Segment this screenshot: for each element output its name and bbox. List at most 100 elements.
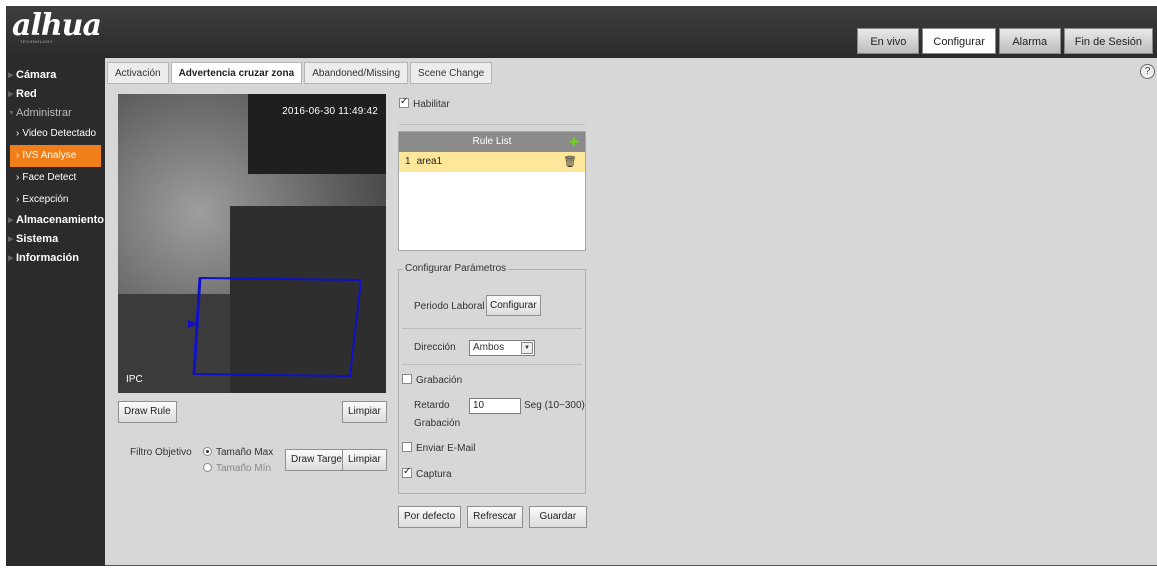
video-preview[interactable]: 2016-06-30 11:49:42 IPC (118, 94, 386, 393)
tab-activacion[interactable]: Activación (107, 62, 169, 84)
triangle-right-icon: ▶ (8, 255, 14, 262)
retardo-label-line2: Grabación (414, 418, 461, 429)
params-legend: Configurar Parámetros (403, 263, 509, 274)
clear-target-button[interactable]: Limpiar (342, 449, 387, 471)
triangle-right-icon: ▶ (8, 236, 14, 243)
retardo-label: Retardo (414, 400, 450, 411)
sidebar-item-informacion[interactable]: ▶ Información (6, 249, 105, 268)
habilitar-checkbox[interactable]: Habilitar (399, 96, 450, 110)
sidebar-item-label: Red (16, 88, 37, 100)
checkbox-checked-icon[interactable] (399, 96, 409, 108)
tab-advertencia-cruzar-zona[interactable]: Advertencia cruzar zona (170, 62, 303, 84)
sidebar-item-label: Administrar (16, 107, 72, 119)
sidebar-sub-label: IVS Analyse (22, 150, 77, 161)
refresh-button[interactable]: Refrescar (467, 506, 523, 528)
draw-target-button[interactable]: Draw Target (285, 449, 351, 471)
checkbox-checked-icon[interactable] (402, 466, 412, 478)
tab-fin-de-sesion[interactable]: Fin de Sesión (1063, 28, 1153, 54)
tab-abandoned-missing[interactable]: Abandoned/Missing (304, 62, 409, 84)
divider (402, 328, 582, 329)
sidebar-sub-excepcion[interactable]: › Excepción (6, 189, 105, 211)
grabacion-label: Grabación (416, 375, 463, 386)
radio-tamano-max[interactable]: Tamaño Max (203, 447, 273, 458)
dahua-logo: alhua (12, 8, 102, 43)
configurar-periodo-button[interactable]: Configurar (486, 295, 541, 316)
radio-tamano-min[interactable]: Tamaño Mín (203, 463, 271, 474)
direccion-value: Ambos (473, 342, 505, 353)
top-nav: En vivo Configurar Alarma Fin de Sesión (857, 28, 1153, 54)
habilitar-label: Habilitar (413, 99, 450, 110)
action-buttons: Por defecto Refrescar Guardar (398, 506, 588, 528)
top-header: alhua TECHNOLOGY En vivo Configurar Alar… (6, 6, 1157, 58)
sidebar-item-label: Sistema (16, 233, 59, 245)
add-rule-icon[interactable]: ✚ (569, 132, 579, 152)
save-button[interactable]: Guardar (528, 506, 588, 528)
direccion-label: Dirección (414, 342, 456, 353)
main-content: Activación Advertencia cruzar zona Aband… (105, 58, 1157, 566)
sidebar-sub-video-detectado[interactable]: › Video Detectado (6, 123, 105, 145)
clear-rule-button[interactable]: Limpiar (342, 401, 387, 423)
tab-configurar[interactable]: Configurar (922, 28, 996, 54)
tab-en-vivo[interactable]: En vivo (857, 28, 920, 54)
radio-label: Tamaño Mín (216, 463, 272, 474)
captura-checkbox[interactable]: Captura (402, 466, 452, 480)
enviar-email-checkbox[interactable]: Enviar E-Mail (402, 442, 475, 454)
chevron-right-icon: › (16, 194, 20, 205)
rule-list-title: Rule List (472, 136, 512, 147)
dropdown-arrow-icon[interactable]: ▼ (521, 342, 533, 354)
triangle-right-icon: ▶ (8, 72, 14, 79)
retardo-input[interactable]: 10 (469, 398, 521, 414)
sidebar-item-administrar[interactable]: ▼ Administrar (6, 104, 105, 123)
enviar-email-label: Enviar E-Mail (416, 443, 476, 454)
sidebar-item-camara[interactable]: ▶ Cámara (6, 66, 105, 85)
draw-rule-button[interactable]: Draw Rule (118, 401, 177, 423)
delete-rule-icon[interactable]: 🗑 (563, 152, 577, 172)
triangle-down-icon: ▼ (8, 110, 15, 117)
help-icon[interactable]: ? (1140, 64, 1155, 79)
rule-overlay (188, 276, 363, 378)
sidebar-item-red[interactable]: ▶ Red (6, 85, 105, 104)
captura-label: Captura (416, 469, 452, 480)
sidebar-sub-label: Face Detect (22, 172, 77, 183)
rule-number: 1 (405, 156, 411, 167)
rule-direction-line (192, 277, 202, 375)
checkbox-unchecked-icon[interactable] (402, 442, 412, 452)
chevron-right-icon: › (16, 172, 20, 183)
rule-list-header: Rule List ✚ (399, 132, 585, 152)
rule-area-polygon (192, 276, 363, 378)
sidebar-sub-label: Excepción (22, 194, 69, 205)
divider (399, 124, 585, 125)
grabacion-checkbox[interactable]: Grabación (402, 374, 462, 386)
direccion-select[interactable]: Ambos ▼ (469, 340, 535, 356)
divider (402, 364, 582, 365)
sidebar-sub-face-detect[interactable]: › Face Detect (6, 167, 105, 189)
rule-list: Rule List ✚ 1 area1 🗑 (398, 131, 586, 251)
rule-list-row[interactable]: 1 area1 🗑 (399, 152, 585, 172)
checkbox-unchecked-icon[interactable] (402, 374, 412, 384)
default-button[interactable]: Por defecto (398, 506, 462, 528)
tab-alarma[interactable]: Alarma (998, 28, 1061, 54)
chevron-right-icon: › (16, 128, 20, 139)
tab-scene-change[interactable]: Scene Change (410, 62, 493, 84)
rule-name: area1 (416, 156, 443, 167)
sidebar-item-sistema[interactable]: ▶ Sistema (6, 230, 105, 249)
sidebar-sub-ivs-analyse[interactable]: › IVS Analyse (10, 145, 101, 167)
triangle-right-icon: ▶ (8, 91, 14, 98)
video-timestamp: 2016-06-30 11:49:42 (282, 106, 378, 117)
filtro-objetivo-label: Filtro Objetivo (130, 447, 192, 458)
sub-tabs: Activación Advertencia cruzar zona Aband… (107, 62, 493, 84)
retardo-unit: Seg (10~300) (524, 400, 585, 411)
sidebar-item-label: Almacenamiento (16, 214, 105, 226)
triangle-right-icon: ▶ (8, 217, 14, 224)
periodo-laboral-label: Periodo Laboral (414, 301, 485, 312)
sidebar-item-label: Información (16, 252, 79, 264)
sidebar-item-label: Cámara (16, 69, 57, 81)
chevron-right-icon: › (16, 150, 20, 161)
params-fieldset: Configurar Parámetros Periodo Laboral Co… (398, 263, 586, 494)
radio-label: Tamaño Max (216, 447, 274, 458)
radio-unselected-icon (203, 463, 212, 472)
sidebar-item-almacenamiento[interactable]: ▶ Almacenamiento (6, 211, 105, 230)
sidebar: ▶ Cámara ▶ Red ▼ Administrar › Video Detecta… (6, 58, 105, 566)
video-channel-label: IPC (126, 374, 143, 385)
logo-subtitle: TECHNOLOGY (20, 39, 54, 44)
